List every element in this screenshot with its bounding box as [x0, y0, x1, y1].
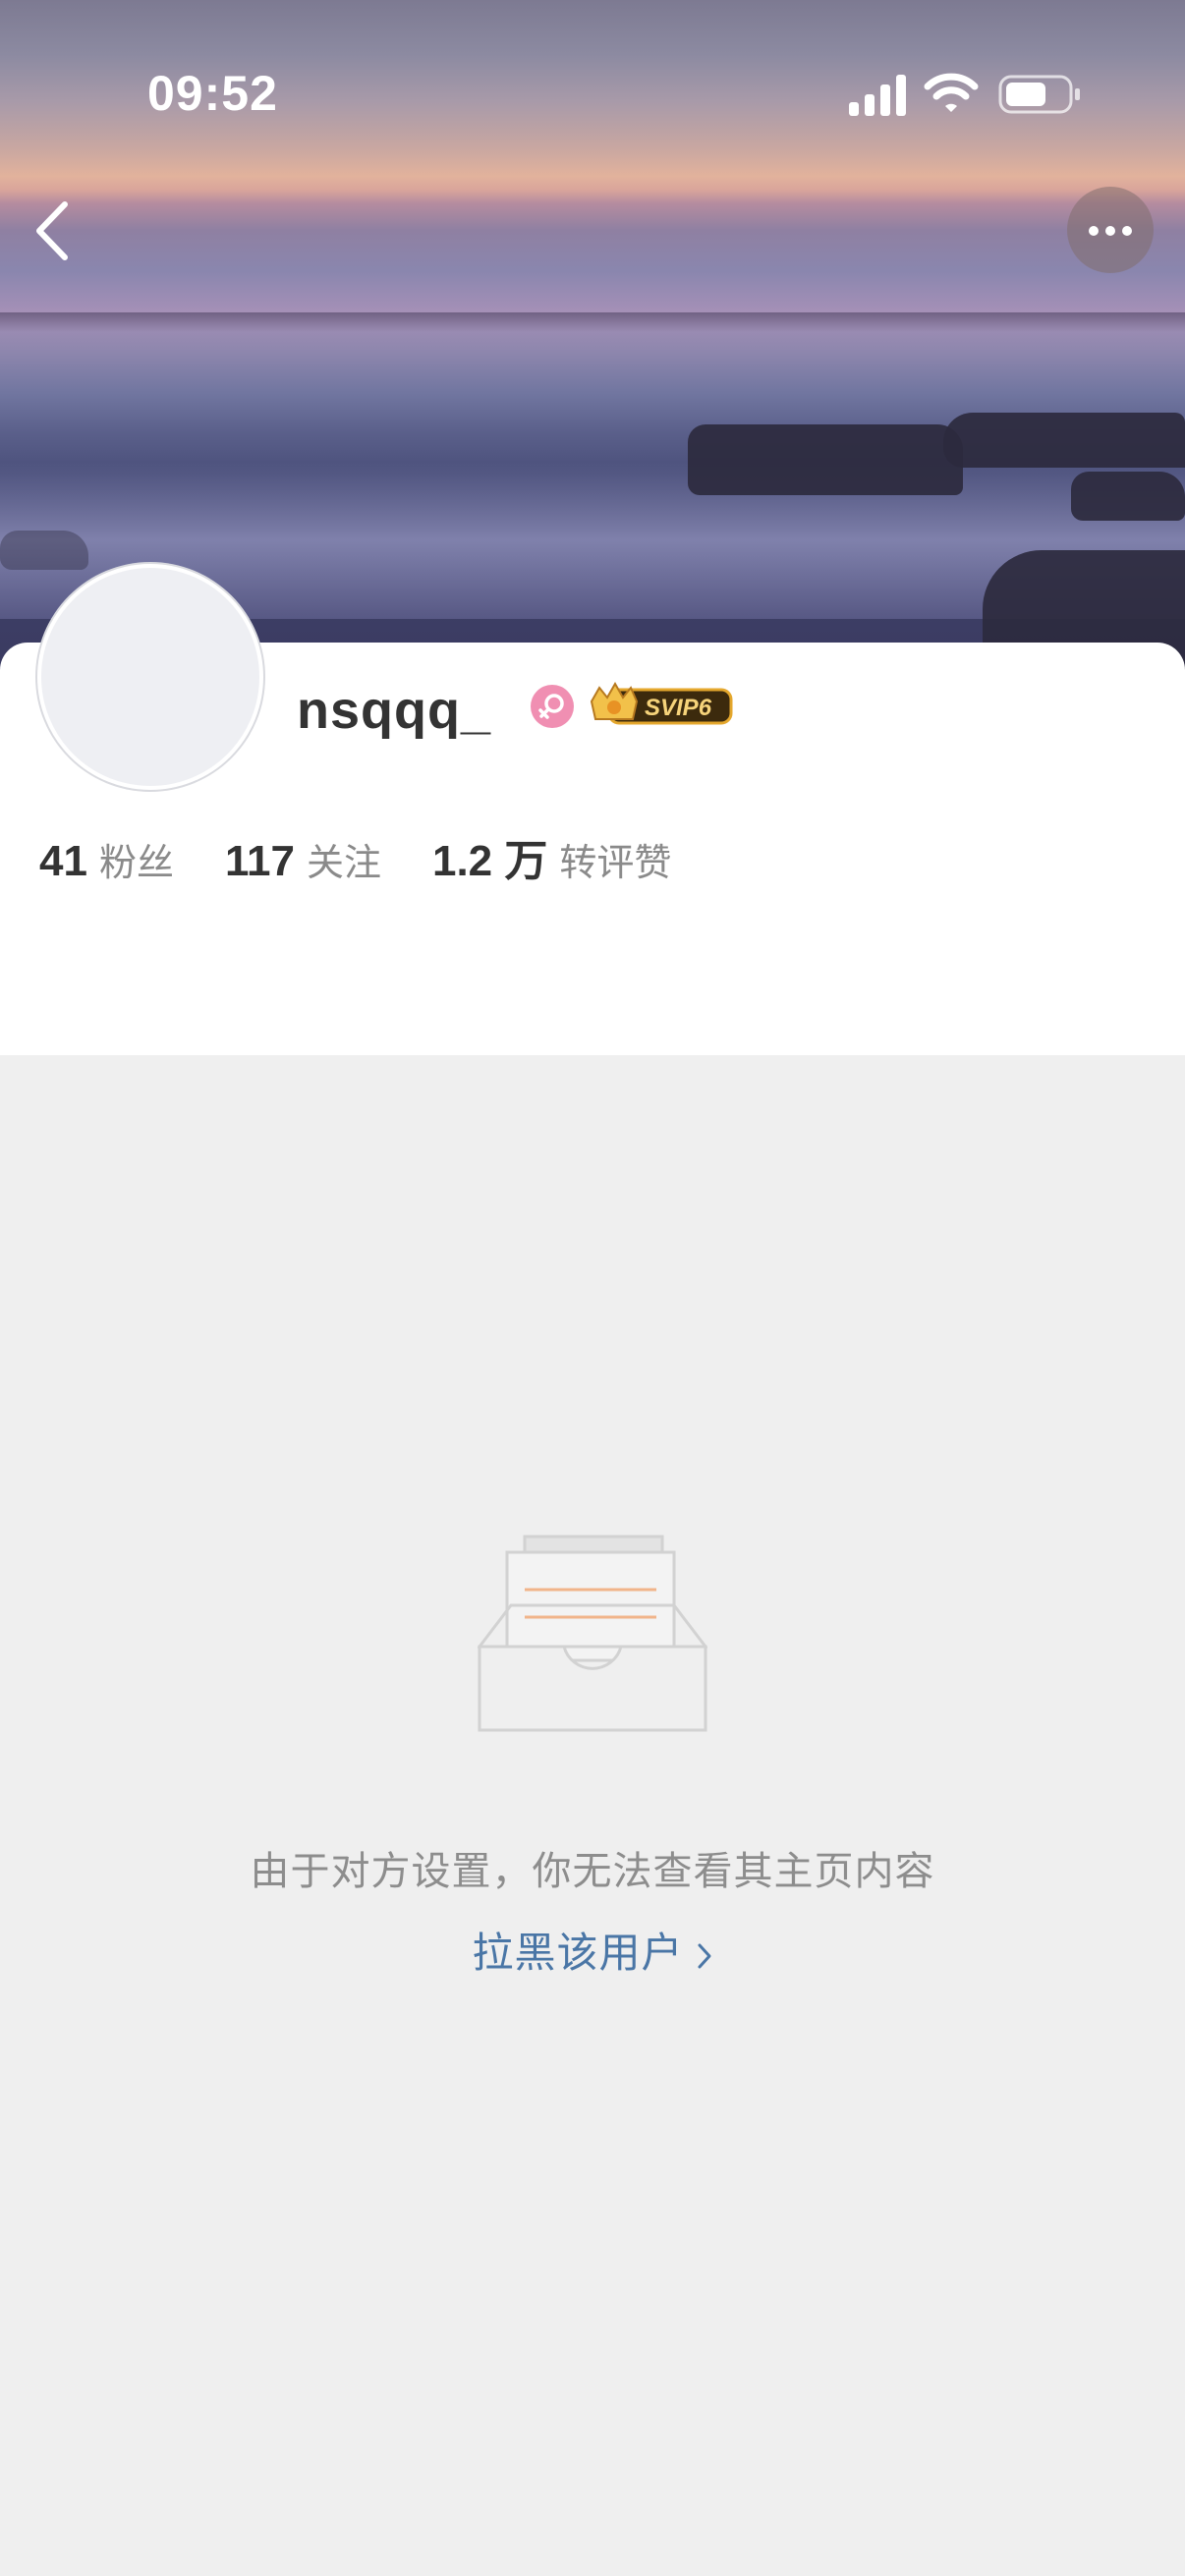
following-count: 117: [224, 837, 295, 885]
followers-stat[interactable]: 41 粉丝: [39, 832, 174, 886]
cover-rock: [688, 424, 963, 495]
more-options-button[interactable]: [1067, 187, 1154, 273]
cover-rock: [0, 531, 88, 570]
engagement-stat[interactable]: 1.2 万 转评赞: [432, 825, 671, 888]
cover-horizon: [0, 312, 1185, 332]
followers-count: 41: [39, 837, 87, 885]
empty-inbox-icon: [478, 1535, 707, 1732]
chevron-left-icon: [36, 201, 68, 260]
engagement-label: 转评赞: [559, 843, 672, 884]
engagement-count: 1.2 万: [431, 837, 548, 885]
more-icon: [1122, 226, 1132, 236]
cellular-signal-icon: [849, 75, 906, 116]
chevron-right-icon: [698, 1943, 710, 1969]
username: nsqqq_: [297, 681, 492, 740]
profile-stats: 41 粉丝 117 关注 1.2 万 转评赞: [39, 825, 722, 888]
battery-icon: [998, 75, 1080, 114]
status-time: 09:52: [147, 66, 278, 121]
back-button[interactable]: [20, 187, 88, 275]
wifi-icon: [924, 73, 979, 112]
cover-rock: [943, 413, 1185, 468]
following-stat[interactable]: 117 关注: [225, 832, 381, 886]
more-icon: [1089, 226, 1099, 236]
block-user-label: 拉黑该用户: [472, 1930, 684, 1976]
followers-label: 粉丝: [98, 843, 174, 884]
block-user-link[interactable]: 拉黑该用户: [0, 1920, 1185, 1980]
following-label: 关注: [306, 843, 381, 884]
content-area: [0, 1055, 1185, 2576]
more-icon: [1105, 226, 1115, 236]
empty-state-message: 由于对方设置，你无法查看其主页内容: [250, 1850, 935, 1893]
crown-icon: [590, 681, 639, 720]
cover-rock: [1071, 472, 1185, 521]
avatar[interactable]: [37, 564, 263, 790]
svip-badge-label: SVIP6: [645, 695, 712, 721]
female-gender-icon: [531, 685, 574, 728]
svip-badge[interactable]: SVIP6: [588, 680, 735, 729]
